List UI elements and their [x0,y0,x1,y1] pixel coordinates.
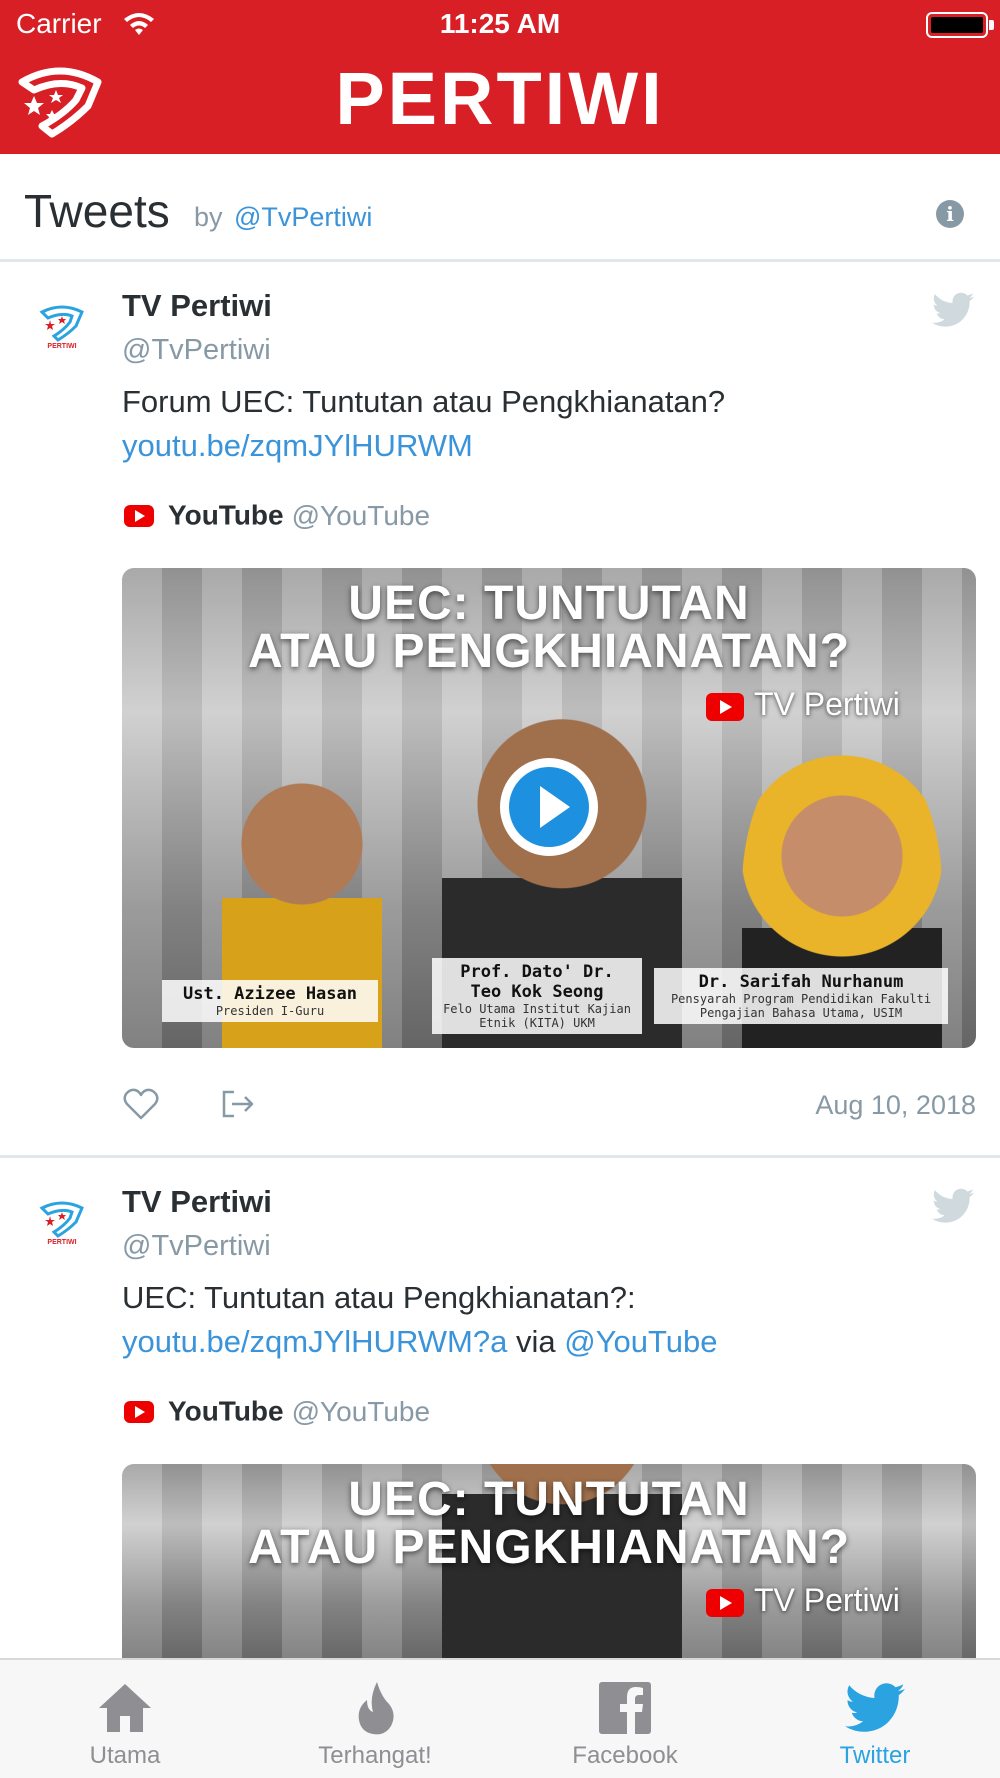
tweet-text: Forum UEC: Tuntutan atau Pengkhianatan? y… [122,380,972,468]
twitter-bird-icon[interactable] [932,292,974,328]
svg-text:PERTIWI: PERTIWI [47,343,76,350]
status-bar: Carrier 11:25 AM [0,0,1000,50]
thumbnail-caption: Dr. Sarifah Nurhanum Pensyarah Program P… [654,968,948,1024]
tweet-text: UEC: Tuntutan atau Pengkhianatan?: youtu.… [122,1276,972,1364]
card-source-handle: @YouTube [291,499,431,531]
tab-twitter[interactable]: Twitter [750,1660,1000,1778]
tab-utama[interactable]: Utama [0,1660,250,1778]
tab-terhangat[interactable]: Terhangat! [250,1660,500,1778]
youtube-icon [706,1588,744,1617]
tweet-date[interactable]: Aug 10, 2018 [815,1090,976,1121]
card-source-name: YouTube [168,499,284,531]
thumbnail-channel: TV Pertiwi [706,686,900,723]
thumbnail-caption: Prof. Dato' Dr. Teo Kok Seong Felo Utama… [432,958,642,1034]
timeline-title: Tweets [24,185,170,237]
twitter-bird-icon[interactable] [932,1188,974,1224]
facebook-icon [599,1682,651,1734]
tweet-link[interactable]: youtu.be/zqmJYlHURWM?a [122,1324,507,1359]
card-source-name: YouTube [168,1395,284,1427]
flame-icon [358,1682,394,1735]
youtube-icon [124,1400,154,1423]
tweet-author[interactable]: TV Pertiwi [122,1184,272,1220]
thumbnail-channel-name: TV Pertiwi [754,686,900,722]
caption-role: Felo Utama Institut Kajian Etnik (KITA) … [443,1002,631,1030]
tab-label: Twitter [839,1742,911,1769]
tab-facebook[interactable]: Facebook [500,1660,750,1778]
tweet-handle[interactable]: @TvPertiwi [122,334,271,367]
thumbnail-headline-line2: ATAU PENGKHIANATAN? [247,625,851,678]
card-source[interactable]: YouTube @YouTube [124,498,430,538]
svg-text:PERTIWI: PERTIWI [47,1239,76,1246]
youtube-icon [706,692,744,721]
thumbnail-channel-name: TV Pertiwi [754,1582,900,1618]
tweet[interactable]: PERTIWI TV Pertiwi @TvPertiwi UEC: Tuntu… [0,1158,1000,1664]
thumbnail-headline-line1: UEC: TUNTUTAN [348,1473,750,1526]
tweet-mention[interactable]: @YouTube [564,1324,717,1359]
tweet-actions: Aug 10, 2018 [122,1082,976,1130]
share-icon[interactable] [218,1086,256,1122]
play-button[interactable] [500,758,598,856]
thumbnail-headline-line1: UEC: TUNTUTAN [348,577,750,630]
tweet-handle[interactable]: @TvPertiwi [122,1230,271,1263]
caption-name: Dr. Sarifah Nurhanum [698,972,904,992]
caption-role: Presiden I-Guru [215,1004,325,1018]
video-thumbnail[interactable]: UEC: TUNTUTAN ATAU PENGKHIANATAN? TV Per… [122,1464,976,1664]
app-header: Carrier 11:25 AM PERTIWI [0,0,1000,154]
tab-label: Facebook [572,1742,678,1769]
tweet-link[interactable]: youtu.be/zqmJYlHURWM [122,428,473,463]
twitter-icon [845,1683,905,1732]
caption-name: Prof. Dato' Dr. Teo Kok Seong [460,962,614,1002]
tab-label: Utama [89,1742,161,1769]
tweet-author[interactable]: TV Pertiwi [122,288,272,324]
tweet-via: via [515,1324,556,1359]
timeline-header: Tweets by @TvPertiwi [0,154,1000,262]
tweet-text-body: UEC: Tuntutan atau Pengkhianatan?: [122,1280,636,1315]
video-thumbnail[interactable]: UEC: TUNTUTAN ATAU PENGKHIANATAN? TV Per… [122,568,976,1048]
home-icon [99,1684,151,1732]
thumbnail-headline-line2: ATAU PENGKHIANATAN? [247,1521,851,1574]
info-icon[interactable]: i [936,200,964,228]
timeline-by-label: by [194,202,223,232]
card-source[interactable]: YouTube @YouTube [124,1394,430,1434]
battery-icon [926,12,988,38]
avatar[interactable]: PERTIWI [36,1194,88,1246]
caption-name: Ust. Azizee Hasan [183,984,357,1004]
tweet[interactable]: PERTIWI TV Pertiwi @TvPertiwi Forum UEC:… [0,262,1000,1158]
brand-title: PERTIWI [335,57,665,140]
card-source-handle: @YouTube [291,1395,431,1427]
thumbnail-channel: TV Pertiwi [706,1582,900,1619]
caption-role: Pensyarah Program Pendidikan Fakulti Pen… [670,992,932,1020]
thumbnail-caption: Ust. Azizee Hasan Presiden I-Guru [162,980,378,1022]
timeline-handle-link[interactable]: @TvPertiwi [234,202,372,233]
like-icon[interactable] [122,1086,160,1122]
tab-label: Terhangat! [318,1742,432,1769]
battery-tip [989,20,994,30]
tweet-text-body: Forum UEC: Tuntutan atau Pengkhianatan? [122,384,726,419]
youtube-icon [124,504,154,527]
avatar[interactable]: PERTIWI [36,298,88,350]
tab-bar: Utama Terhangat! Facebook Twitter [0,1658,1000,1778]
status-time: 11:25 AM [439,8,561,39]
